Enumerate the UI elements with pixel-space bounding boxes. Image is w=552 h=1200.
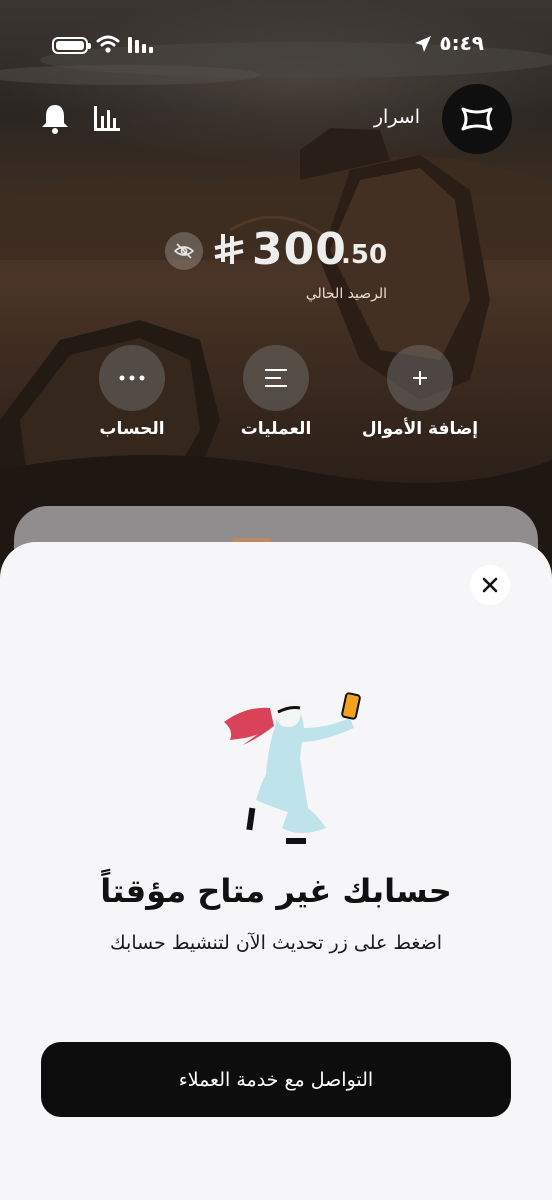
stats-chart-icon[interactable] [92, 102, 122, 132]
riyal-currency-icon [214, 234, 244, 264]
location-arrow-icon [415, 36, 431, 52]
sheet-subtitle: اضغط على زر تحديث الآن لتنشيط حسابك [110, 932, 442, 954]
balance-amount: 300 [252, 224, 347, 275]
plus-icon [413, 371, 427, 385]
status-bar: ٥:٤٩ [0, 30, 552, 60]
add-funds-label: إضافة الأموال [361, 419, 479, 439]
profile-logo-button[interactable] [442, 84, 512, 154]
contact-support-button[interactable]: التواصل مع خدمة العملاء [41, 1042, 511, 1117]
person-selfie-illustration [224, 692, 361, 844]
account-button[interactable]: الحساب [67, 345, 197, 439]
list-icon [265, 369, 287, 387]
wifi-icon [96, 35, 120, 53]
more-icon [119, 375, 145, 381]
status-time: ٥:٤٩ [439, 31, 484, 55]
eye-off-icon [174, 243, 194, 259]
close-button[interactable] [470, 565, 510, 605]
balance-decimal: .50 [341, 240, 388, 270]
add-funds-button[interactable]: إضافة الأموال [355, 345, 485, 439]
hide-balance-button[interactable] [165, 232, 203, 270]
sheet-title: حسابك غير متاح مؤقتاً [100, 872, 452, 910]
balance-label: الرصيد الحالي [305, 286, 387, 302]
cellular-signal-icon [128, 37, 153, 53]
close-icon [482, 577, 498, 593]
battery-icon [52, 37, 91, 54]
transactions-label: العمليات [240, 419, 312, 439]
account-label: الحساب [99, 419, 165, 439]
bell-icon[interactable] [40, 102, 70, 134]
brand-logo-icon [461, 107, 493, 131]
transactions-button[interactable]: العمليات [211, 345, 341, 439]
balance-row: 300 .50 [0, 222, 552, 282]
username-label: اسرار [373, 106, 420, 128]
